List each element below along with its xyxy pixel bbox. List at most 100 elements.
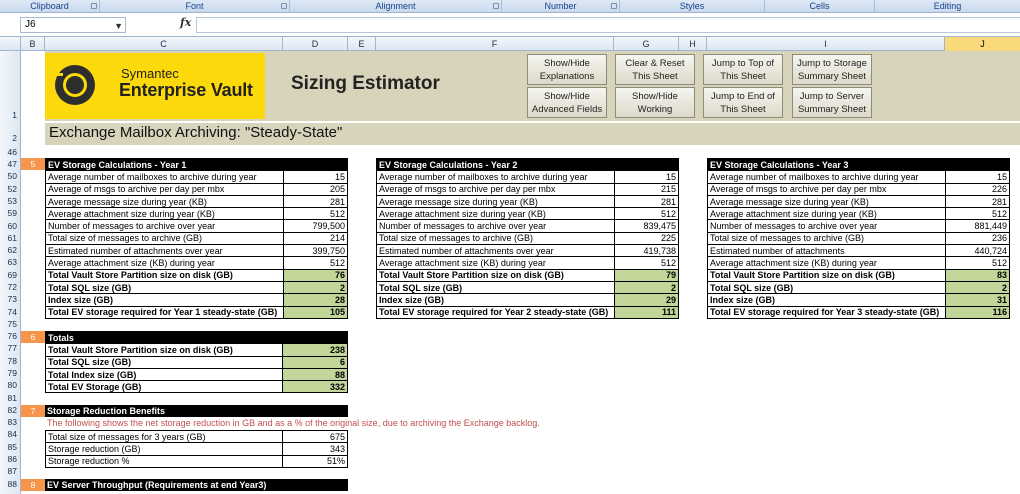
row-header[interactable]: 53 <box>0 196 21 207</box>
row-header[interactable]: 80 <box>0 380 21 391</box>
formula-input[interactable] <box>196 17 1020 33</box>
row-header[interactable]: 74 <box>0 307 21 318</box>
column-header-h[interactable]: H <box>679 37 707 51</box>
ribbon-group-clipboard[interactable]: Clipboard <box>0 0 100 13</box>
row-value[interactable]: 2 <box>944 280 1011 295</box>
row-header[interactable]: 69 <box>0 270 21 281</box>
row-header[interactable]: 50 <box>0 171 21 182</box>
row-value[interactable]: 332 <box>282 380 348 394</box>
row-header[interactable]: 61 <box>0 233 21 244</box>
row-value[interactable]: 79 <box>613 268 680 282</box>
column-header-i[interactable]: I <box>707 37 945 51</box>
row-value[interactable]: 419,738 <box>613 244 680 258</box>
row-header[interactable]: 47 <box>0 159 21 170</box>
row-header[interactable]: 46 <box>0 147 21 158</box>
row-value[interactable]: 236 <box>944 231 1011 246</box>
column-header-j[interactable]: J <box>945 37 1020 51</box>
row-value[interactable]: 881,449 <box>944 219 1011 233</box>
row-value[interactable]: 512 <box>282 207 349 221</box>
row-value[interactable]: 15 <box>944 170 1011 184</box>
row-header[interactable]: 78 <box>0 356 21 367</box>
row-value[interactable]: 225 <box>613 231 680 246</box>
name-box[interactable]: J6 ▼ <box>20 17 126 33</box>
row-header[interactable]: 1 <box>0 110 21 121</box>
show-hide-working-button[interactable]: Show/Hide Working <box>615 87 695 118</box>
row-header[interactable]: 52 <box>0 184 21 195</box>
row-value[interactable]: 281 <box>282 194 349 209</box>
row-value[interactable]: 214 <box>282 231 349 246</box>
jump-storage-button[interactable]: Jump to Storage Summary Sheet <box>792 54 872 85</box>
ribbon-group-number[interactable]: Number <box>502 0 620 13</box>
row-value[interactable]: 15 <box>613 170 680 184</box>
row-header[interactable]: 86 <box>0 454 21 465</box>
column-header-f[interactable]: F <box>376 37 614 51</box>
ribbon-group-cells[interactable]: Cells <box>765 0 875 13</box>
row-value[interactable]: 343 <box>282 442 348 456</box>
row-header[interactable]: 83 <box>0 417 21 428</box>
row-value[interactable]: 512 <box>944 207 1011 221</box>
row-value[interactable]: 6 <box>282 355 348 369</box>
insert-function-icon[interactable]: fx <box>180 16 191 29</box>
row-value[interactable]: 512 <box>613 207 680 221</box>
row-value[interactable]: 399,750 <box>282 244 349 258</box>
column-header-g[interactable]: G <box>614 37 679 51</box>
row-value[interactable]: 15 <box>282 170 349 184</box>
clear-reset-button[interactable]: Clear & Reset This Sheet <box>615 54 695 85</box>
dialog-launcher-icon[interactable] <box>281 3 287 9</box>
row-value[interactable]: 512 <box>944 256 1011 270</box>
jump-server-button[interactable]: Jump to Server Summary Sheet <box>792 87 872 118</box>
row-value[interactable]: 76 <box>282 268 349 282</box>
row-value[interactable]: 2 <box>613 280 680 295</box>
ribbon-group-editing[interactable]: Editing <box>875 0 1020 13</box>
column-header-e[interactable]: E <box>348 37 376 51</box>
row-value[interactable]: 83 <box>944 268 1011 282</box>
row-header[interactable]: 63 <box>0 257 21 268</box>
row-value[interactable]: 29 <box>613 293 680 307</box>
row-value[interactable]: 281 <box>944 194 1011 209</box>
column-header-d[interactable]: D <box>283 37 348 51</box>
select-all-corner[interactable] <box>0 37 21 51</box>
row-value[interactable]: 215 <box>613 182 680 196</box>
row-value[interactable]: 839,475 <box>613 219 680 233</box>
row-value[interactable]: 238 <box>282 343 348 357</box>
ribbon-group-alignment[interactable]: Alignment <box>290 0 502 13</box>
row-header[interactable]: 59 <box>0 208 21 219</box>
row-value[interactable]: 31 <box>944 293 1011 307</box>
row-value[interactable]: 111 <box>613 305 680 319</box>
row-header[interactable]: 85 <box>0 442 21 453</box>
dialog-launcher-icon[interactable] <box>611 3 617 9</box>
row-value[interactable]: 440,724 <box>944 244 1011 258</box>
row-value[interactable]: 675 <box>282 429 348 444</box>
row-value[interactable]: 105 <box>282 305 349 319</box>
row-header[interactable]: 88 <box>0 479 21 490</box>
row-header[interactable]: 87 <box>0 466 21 477</box>
row-value[interactable]: 51% <box>282 454 348 468</box>
row-header[interactable]: 73 <box>0 294 21 305</box>
row-header[interactable]: 84 <box>0 429 21 440</box>
row-header[interactable]: 72 <box>0 282 21 293</box>
row-header[interactable]: 2 <box>0 133 21 144</box>
row-value[interactable]: 28 <box>282 293 349 307</box>
row-header[interactable]: 79 <box>0 368 21 379</box>
row-value[interactable]: 226 <box>944 182 1011 196</box>
row-value[interactable]: 205 <box>282 182 349 196</box>
show-hide-advanced-button[interactable]: Show/Hide Advanced Fields <box>527 87 607 118</box>
dialog-launcher-icon[interactable] <box>493 3 499 9</box>
dialog-launcher-icon[interactable] <box>91 3 97 9</box>
row-header[interactable]: 62 <box>0 245 21 256</box>
row-header[interactable]: 76 <box>0 331 21 342</box>
row-value[interactable]: 512 <box>282 256 349 270</box>
column-header-b[interactable]: B <box>21 37 45 51</box>
chevron-down-icon[interactable]: ▼ <box>114 19 123 33</box>
row-header[interactable]: 82 <box>0 405 21 416</box>
ribbon-group-styles[interactable]: Styles <box>620 0 765 13</box>
ribbon-group-font[interactable]: Font <box>100 0 290 13</box>
jump-end-button[interactable]: Jump to End of This Sheet <box>703 87 783 118</box>
row-header[interactable]: 60 <box>0 221 21 232</box>
row-header[interactable]: 81 <box>0 393 21 404</box>
column-header-c[interactable]: C <box>45 37 283 51</box>
row-value[interactable]: 512 <box>613 256 680 270</box>
show-hide-explanations-button[interactable]: Show/Hide Explanations <box>527 54 607 85</box>
row-value[interactable]: 2 <box>282 280 349 295</box>
row-header[interactable]: 75 <box>0 319 21 330</box>
